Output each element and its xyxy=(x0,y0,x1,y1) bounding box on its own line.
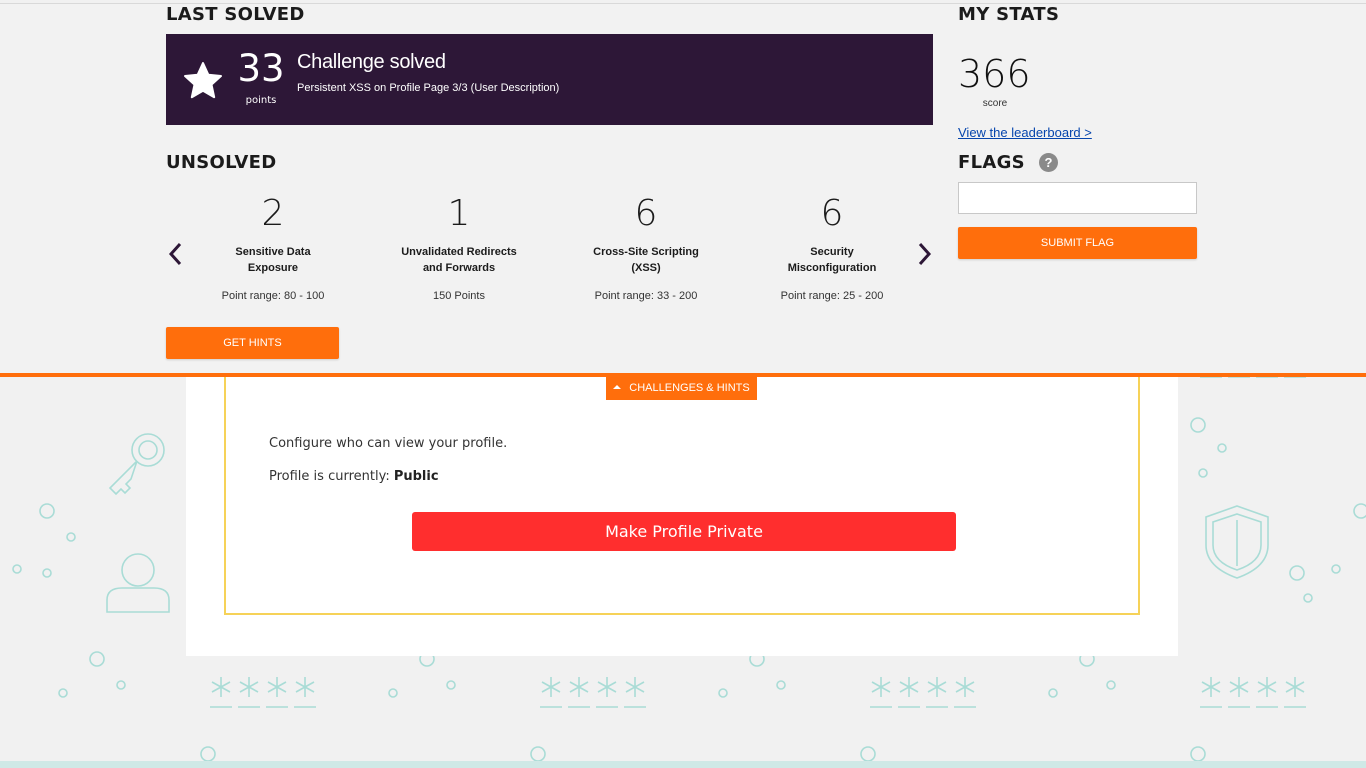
challenges-panel: LAST SOLVED 33 points Challenge solved P… xyxy=(0,3,1366,373)
challenge-name: Security Misconfiguration xyxy=(787,246,877,274)
last-solved-points: 33 xyxy=(237,47,285,90)
last-solved-banner: 33 points Challenge solved Persistent XS… xyxy=(166,34,933,125)
submit-flag-button[interactable]: SUBMIT FLAG xyxy=(958,227,1197,259)
question-circle-icon[interactable]: ? xyxy=(1039,153,1058,172)
footer-strip xyxy=(0,761,1366,768)
challenge-name: Sensitive Data Exposure xyxy=(235,246,311,274)
get-hints-button[interactable]: GET HINTS xyxy=(166,327,339,359)
challenges-hints-toggle[interactable]: CHALLENGES & HINTS xyxy=(606,377,757,400)
challenge-point-range: Point range: 80 - 100 xyxy=(221,290,325,302)
unsolved-challenge-card[interactable]: 1 Unvalidated Redirects and Forwards 150… xyxy=(384,193,534,303)
profile-status-text: Profile is currently: Public xyxy=(269,469,439,484)
my-stats-heading: MY STATS xyxy=(958,4,1060,25)
star-icon xyxy=(184,62,222,99)
challenge-count: 6 xyxy=(634,193,658,234)
score-value: 366 xyxy=(958,52,1031,96)
chevron-right-icon xyxy=(918,242,932,266)
carousel-next-button[interactable] xyxy=(914,239,934,269)
challenge-name: Cross-Site Scripting (XSS) xyxy=(593,246,699,274)
last-solved-points-label: points xyxy=(245,95,277,106)
user-icon xyxy=(106,553,170,613)
caret-up-icon xyxy=(613,385,622,389)
challenge-count: 6 xyxy=(820,193,844,234)
challenge-count: 2 xyxy=(261,193,285,234)
challenges-hints-label: CHALLENGES & HINTS xyxy=(629,382,750,394)
challenge-name: Unvalidated Redirects and Forwards xyxy=(401,246,517,274)
make-profile-private-button[interactable]: Make Profile Private xyxy=(412,512,956,551)
profile-status-prefix: Profile is currently: xyxy=(269,469,394,484)
flag-input[interactable] xyxy=(958,182,1197,214)
challenge-point-range: Point range: 25 - 200 xyxy=(780,290,884,302)
carousel-prev-button[interactable] xyxy=(166,239,186,269)
challenge-count: 1 xyxy=(447,193,471,234)
profile-visibility-box: Configure who can view your profile. Pro… xyxy=(224,366,1140,615)
unsolved-heading: UNSOLVED xyxy=(166,152,277,173)
last-solved-heading: LAST SOLVED xyxy=(166,4,305,25)
challenge-point-range: Point range: 33 - 200 xyxy=(594,290,698,302)
leaderboard-link[interactable]: View the leaderboard > xyxy=(958,125,1092,140)
shield-icon xyxy=(1205,505,1269,579)
last-solved-title: Challenge solved xyxy=(297,51,446,73)
last-solved-description: Persistent XSS on Profile Page 3/3 (User… xyxy=(297,82,560,94)
profile-status-value: Public xyxy=(393,469,439,484)
profile-config-text: Configure who can view your profile. xyxy=(269,436,508,451)
unsolved-challenge-card[interactable]: 2 Sensitive Data Exposure Point range: 8… xyxy=(198,193,348,303)
profile-visibility-card: Configure who can view your profile. Pro… xyxy=(186,366,1178,656)
key-icon xyxy=(108,433,165,496)
challenge-point-range: 150 Points xyxy=(433,290,485,302)
unsolved-challenge-card[interactable]: 6 Security Misconfiguration Point range:… xyxy=(757,193,907,303)
chevron-left-icon xyxy=(168,242,182,266)
flags-heading: FLAGS xyxy=(958,152,1025,173)
score-label: score xyxy=(982,98,1008,109)
unsolved-challenge-card[interactable]: 6 Cross-Site Scripting (XSS) Point range… xyxy=(571,193,721,303)
